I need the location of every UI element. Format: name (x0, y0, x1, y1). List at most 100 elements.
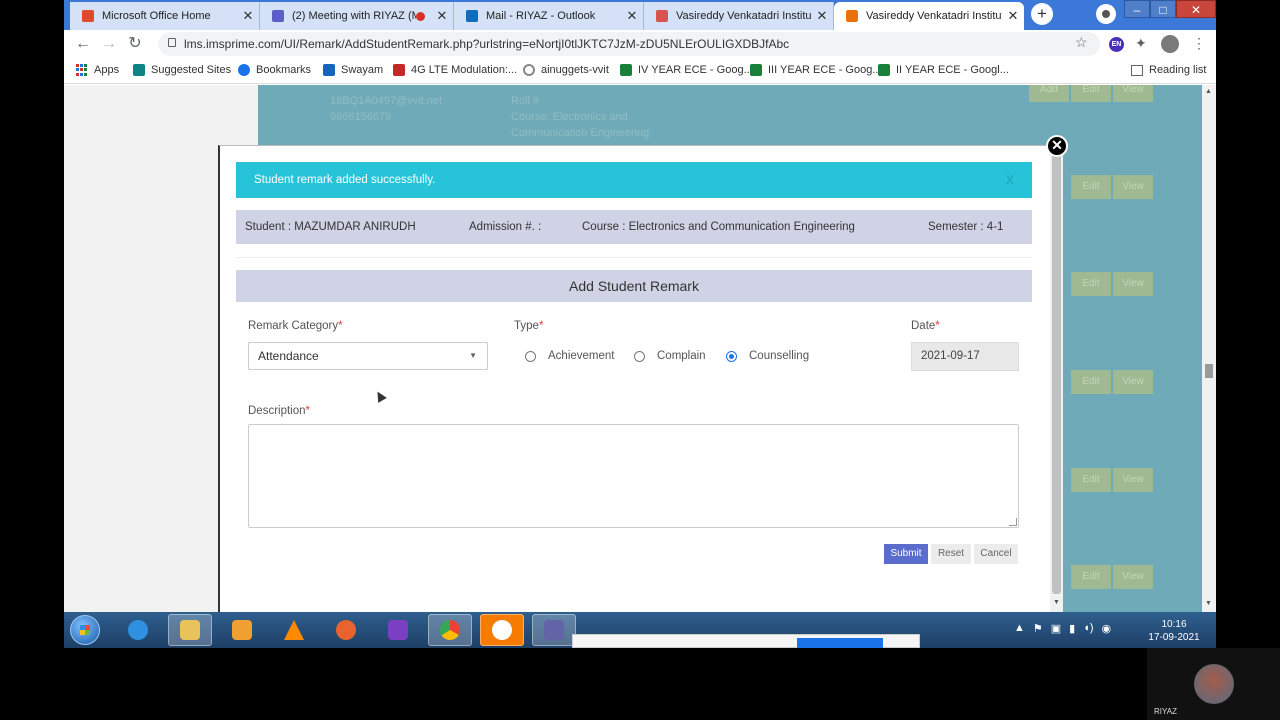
firefox-icon[interactable] (324, 614, 368, 646)
radio-button-selected[interactable] (726, 350, 737, 362)
close-icon[interactable]: ✕ (431, 8, 453, 24)
forward-button[interactable]: → (98, 33, 120, 55)
close-icon[interactable]: ✕ (1002, 8, 1024, 24)
chrome-icon[interactable] (428, 614, 472, 646)
profile-icon[interactable] (1096, 4, 1116, 24)
submit-button[interactable]: Submit (884, 544, 928, 564)
flag-icon[interactable]: ⚑ (1033, 622, 1043, 635)
modal-scrollbar[interactable]: ▼ (1050, 146, 1063, 612)
address-bar[interactable]: lms.imsprime.com/UI/Remark/AddStudentRem… (158, 32, 1100, 56)
student-info-bar: Student : MAZUMDAR ANIRUDH Admission #. … (236, 210, 1032, 244)
description-label: Description* (248, 405, 310, 417)
bookmark-swayam[interactable]: Swayam (323, 64, 383, 76)
bookmarks-bar: Apps Suggested Sites Bookmarks Swayam 4G… (64, 58, 1216, 84)
taskbar-clock[interactable]: 10:16 17-09-2021 (1146, 618, 1202, 644)
bookmark-iii-year-ece[interactable]: III YEAR ECE - Goog... (750, 64, 882, 76)
sheets-icon (878, 64, 890, 76)
bookmark-label: 4G LTE Modulation:... (411, 64, 518, 76)
close-icon[interactable]: ✕ (237, 8, 259, 24)
bookmark-bookmarks[interactable]: Bookmarks (238, 64, 311, 76)
pdf-app-icon[interactable] (480, 614, 524, 646)
bookmark-star-icon[interactable]: ☆ (1075, 34, 1088, 51)
modal-close-button[interactable]: ✕ (1046, 135, 1068, 157)
notification-popup[interactable] (572, 634, 920, 648)
clock-date: 17-09-2021 (1148, 632, 1200, 643)
scrollbar-thumb[interactable] (1205, 364, 1213, 378)
window-close-button[interactable]: ✕ (1176, 0, 1216, 18)
radio-label: Complain (657, 350, 706, 362)
cancel-button[interactable]: Cancel (974, 544, 1018, 564)
profile-avatar[interactable] (1161, 35, 1179, 53)
office-icon (82, 10, 94, 22)
bookmark-suggested-sites[interactable]: Suggested Sites (133, 64, 231, 76)
date-field[interactable]: 2021-09-17 (911, 342, 1019, 371)
reset-button[interactable]: Reset (931, 544, 971, 564)
bookmark-label: IV YEAR ECE - Goog... (638, 64, 753, 76)
monitor-icon[interactable]: ▣ (1051, 622, 1061, 635)
new-tab-button[interactable]: + (1031, 3, 1053, 25)
tab-label: Microsoft Office Home (102, 10, 211, 22)
type-option-complain[interactable]: Complain (634, 350, 706, 362)
reload-button[interactable]: ↻ (124, 33, 146, 55)
apps-grid-icon (76, 64, 88, 76)
visual-studio-icon[interactable] (376, 614, 420, 646)
close-icon[interactable]: ✕ (621, 8, 643, 24)
file-explorer-icon[interactable] (168, 614, 212, 646)
page-viewport: 18BQ1A0497@vvit.net 9866156679 Roll # Co… (64, 85, 1216, 612)
tab-vvit-1[interactable]: Vasireddy Venkatadri Institute ✕ (644, 2, 834, 30)
network-icon[interactable]: ▮ (1069, 622, 1075, 635)
extensions-icon[interactable]: ✦ (1135, 35, 1147, 52)
maximize-button[interactable]: □ (1150, 0, 1176, 18)
notification-action-button[interactable] (797, 638, 883, 648)
volume-icon[interactable]: ◖) (1083, 622, 1093, 635)
browser-menu-icon[interactable]: ⋮ (1192, 35, 1206, 52)
scrollbar-thumb[interactable] (1052, 154, 1061, 594)
radio-label: Achievement (548, 350, 615, 362)
tab-outlook-mail[interactable]: Mail - RIYAZ - Outlook ✕ (454, 2, 644, 30)
bookmark-ainuggets[interactable]: ainuggets-vvit (523, 64, 609, 76)
course-name: Course : Electronics and Communication E… (582, 221, 855, 233)
label-text: Date (911, 320, 936, 332)
show-hidden-icons-icon[interactable]: ▲ (1014, 622, 1025, 635)
app-tray-icon[interactable]: ◉ (1102, 622, 1112, 635)
media-player-icon[interactable] (220, 614, 264, 646)
alert-dismiss-button[interactable]: X (1006, 162, 1014, 198)
teams-app-icon[interactable] (532, 614, 576, 646)
description-textarea[interactable] (248, 424, 1019, 528)
radio-button[interactable] (634, 350, 645, 362)
tab-teams-meeting[interactable]: (2) Meeting with RIYAZ (M ✕ (260, 2, 454, 30)
bookmark-4g-lte[interactable]: 4G LTE Modulation:... (393, 64, 517, 76)
tab-vvit-active[interactable]: Vasireddy Venkatadri Institute ✕ (834, 2, 1024, 30)
remark-category-select[interactable]: Attendance ▼ (248, 342, 488, 370)
resize-grip-icon[interactable] (1009, 518, 1017, 526)
back-button[interactable]: ← (72, 33, 94, 55)
screen: Microsoft Office Home ✕ (2) Meeting with… (64, 0, 1216, 648)
page-scrollbar[interactable]: ▲ ▼ (1202, 85, 1216, 612)
scroll-down-arrow-icon[interactable]: ▼ (1205, 600, 1212, 607)
system-tray: ▲ ⚑ ▣ ▮ ◖) ◉ (1014, 622, 1111, 635)
clock-time: 10:16 (1161, 619, 1187, 630)
chevron-down-icon: ▼ (469, 351, 477, 360)
bookmark-ii-year-ece[interactable]: II YEAR ECE - Googl... (878, 64, 1009, 76)
language-extension-icon[interactable]: EN (1109, 37, 1124, 52)
radio-button[interactable] (525, 350, 536, 362)
internet-explorer-icon[interactable] (116, 614, 160, 646)
bookmark-apps[interactable]: Apps (76, 64, 119, 76)
scroll-down-arrow-icon[interactable]: ▼ (1053, 599, 1060, 606)
meeting-participant-tile: RIYAZ (1147, 648, 1280, 720)
scroll-up-arrow-icon[interactable]: ▲ (1205, 88, 1212, 95)
bookmark-label: ainuggets-vvit (541, 64, 609, 76)
reading-list-icon (1131, 64, 1143, 76)
bookmark-iv-year-ece[interactable]: IV YEAR ECE - Goog... (620, 64, 753, 76)
type-option-counselling[interactable]: Counselling (726, 350, 809, 362)
tab-office-home[interactable]: Microsoft Office Home ✕ (70, 2, 260, 30)
start-button[interactable] (70, 615, 100, 645)
label-text: Description (248, 405, 306, 417)
tab-label: Vasireddy Venkatadri Institute (676, 10, 811, 22)
reading-list-button[interactable]: Reading list (1131, 64, 1206, 76)
close-icon[interactable]: ✕ (811, 8, 833, 24)
type-option-achievement[interactable]: Achievement (525, 350, 614, 362)
vlc-icon[interactable] (272, 614, 316, 646)
minimize-button[interactable]: – (1124, 0, 1150, 18)
bookmark-label: Bookmarks (256, 64, 312, 76)
